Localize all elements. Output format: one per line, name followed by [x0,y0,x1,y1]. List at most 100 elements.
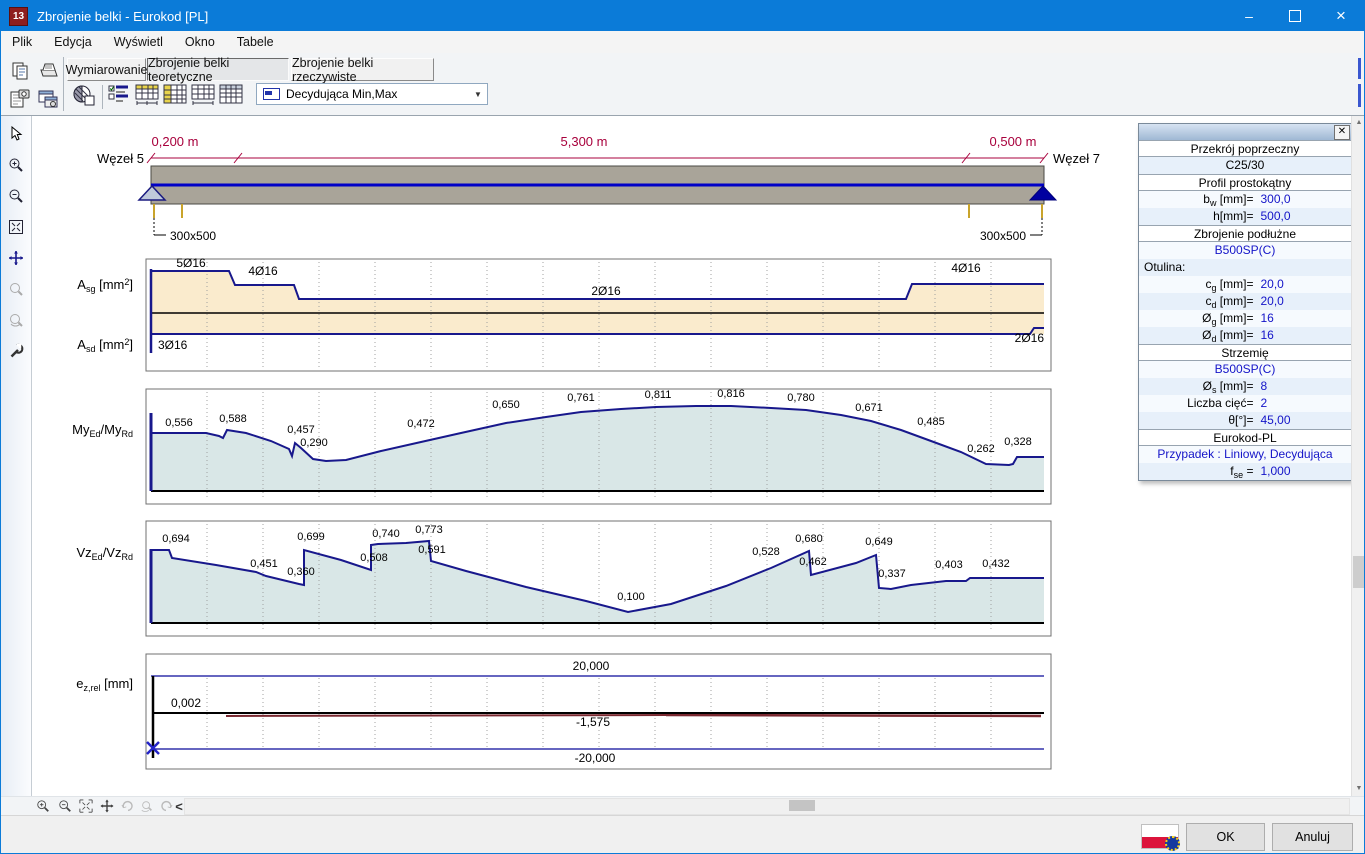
zoom-extents-icon [79,799,93,813]
title-bar: 13 Zbrojenie belki - Eurokod [PL] – × [1,1,1364,31]
bottom-zoom-out-button[interactable] [56,798,74,814]
svg-text:0,773: 0,773 [415,524,443,536]
svg-text:0,811: 0,811 [645,389,672,401]
table-sections-button[interactable] [162,83,188,107]
case-selector-value: Decydująca Min,Max [286,87,397,101]
ez-rel-deflection-chart: 20,0000,002-1,575-20,000 [146,654,1051,769]
row-label: cd [mm]= [1139,293,1253,310]
row-label: fse = [1139,463,1253,480]
select-cursor-button[interactable] [6,124,26,144]
select-cursor-icon [8,126,24,142]
panel-text-row: Otulina: [1139,259,1351,276]
svg-text:0,680: 0,680 [795,533,823,545]
svg-text:-1,575: -1,575 [576,715,610,729]
menu-plik[interactable]: Plik [1,31,43,53]
table-dimensions-button[interactable] [190,83,216,107]
case-selector-combo[interactable]: Decydująca Min,Max ▼ [256,83,488,105]
copy-button[interactable] [7,59,33,83]
svg-text:0,694: 0,694 [162,533,190,545]
tab-wymiarowanie[interactable]: Wymiarowanie [67,58,146,81]
minimize-button[interactable]: – [1226,1,1272,31]
panel-value-row: Liczba cięć=2 [1139,395,1351,412]
display-options-button[interactable] [106,83,132,107]
svg-text:0,200 m: 0,200 m [152,134,199,149]
table-reinforcement-button[interactable] [134,83,160,107]
case-icon [263,88,280,100]
panel-section-header: Strzemię [1139,344,1351,361]
svg-text:0,650: 0,650 [492,399,520,411]
maximize-button[interactable] [1272,1,1318,31]
zoom-previous-button[interactable] [6,310,26,330]
drawing-canvas[interactable]: 0,200 m5,300 m0,500 mWęzeł 5Węzeł 7300x5… [26,119,1136,796]
zoom-in-button[interactable] [6,155,26,175]
my-ratio-axis-label: MyEd/MyRd [29,422,133,439]
vertical-scroll-thumb[interactable] [1353,556,1364,588]
zoom-out-button[interactable] [6,186,26,206]
vz-ratio-axis-label: VzEd/VzRd [29,545,133,562]
bottom-previous-view-button[interactable] [138,798,156,814]
svg-text:0,002: 0,002 [171,696,201,710]
vertical-scrollbar[interactable]: ▲ ▼ [1351,116,1365,796]
svg-text:300x500: 300x500 [980,229,1026,243]
zoom-window-icon [8,281,24,297]
panel-header[interactable]: ✕ [1139,124,1351,140]
panel-value-row: h[mm]=500,0 [1139,208,1351,225]
ok-button[interactable]: OK [1186,823,1265,851]
row-label: h[mm]= [1139,208,1253,225]
pan-icon [8,250,24,266]
row-label: θ[°]= [1139,412,1253,429]
horizontal-scrollbar[interactable] [184,798,1350,815]
print-button[interactable] [35,59,61,83]
bottom-zoom-extents-button[interactable] [77,798,95,814]
pan-button[interactable] [6,248,26,268]
windows-button[interactable] [35,87,61,111]
panel-value-row: fse =1,000 [1139,463,1351,480]
bottom-zoom-in-button[interactable] [34,798,52,814]
asg-axis-label: Asg [mm2] [29,277,133,294]
row-value: 16 [1253,327,1273,344]
svg-text:0,472: 0,472 [407,418,435,430]
tab-zbrojenie-rzeczywiste[interactable]: Zbrojenie belki rzeczywiste [291,58,434,81]
svg-text:0,508: 0,508 [360,552,388,564]
bottom-pan-button[interactable] [98,798,116,814]
scroll-up-icon[interactable]: ▲ [1352,116,1365,130]
panel-text-row: C25/30 [1139,157,1351,174]
dialog-footer: OK Anuluj [1,815,1364,854]
close-button[interactable]: × [1318,1,1364,31]
toolbar: Wymiarowanie Zbrojenie belki teoretyczne… [1,53,1364,116]
row-value: 300,0 [1253,191,1290,208]
panel-section-header: Profil prostokątny [1139,174,1351,191]
svg-text:0,699: 0,699 [297,531,325,543]
preferences-wrench-button[interactable] [6,341,26,361]
cancel-button[interactable]: Anuluj [1272,823,1353,851]
poland-eurocode-flag-icon [1141,824,1179,849]
bottom-undo-view-button[interactable] [119,798,137,814]
zoom-window-button[interactable] [6,279,26,299]
panel-close-button[interactable]: ✕ [1334,125,1350,140]
table-results-icon [218,83,244,107]
horizontal-scroll-thumb[interactable] [789,800,815,811]
row-label: Øg [mm]= [1139,310,1253,327]
row-label: Øs [mm]= [1139,378,1253,395]
svg-text:2Ø16: 2Ø16 [1015,331,1045,345]
maximize-icon [1289,10,1301,22]
reinforcement-areas-chart: 5Ø164Ø162Ø164Ø163Ø162Ø16 [146,256,1051,371]
menu-edycja[interactable]: Edycja [43,31,103,53]
svg-text:-20,000: -20,000 [575,751,616,765]
panel-body: Przekrój poprzecznyC25/30Profil prostoką… [1139,140,1351,480]
svg-text:0,556: 0,556 [165,417,193,429]
menu-tabele[interactable]: Tabele [226,31,285,53]
previous-view-icon [140,799,154,813]
panel-section-header: Zbrojenie podłużne [1139,225,1351,242]
zoom-extents-button[interactable] [6,217,26,237]
window-title: Zbrojenie belki - Eurokod [PL] [37,9,208,24]
table-results-button[interactable] [218,83,244,107]
scroll-down-icon[interactable]: ▼ [1352,782,1365,796]
screen-capture-button[interactable] [7,87,33,111]
menu-wyswietl[interactable]: Wyświetl [103,31,174,53]
section-view-button[interactable] [69,83,99,107]
tab-zbrojenie-teoretyczne[interactable]: Zbrojenie belki teoretyczne [147,58,289,81]
svg-text:4Ø16: 4Ø16 [951,261,981,275]
menu-okno[interactable]: Okno [174,31,226,53]
svg-text:0,337: 0,337 [878,568,906,580]
